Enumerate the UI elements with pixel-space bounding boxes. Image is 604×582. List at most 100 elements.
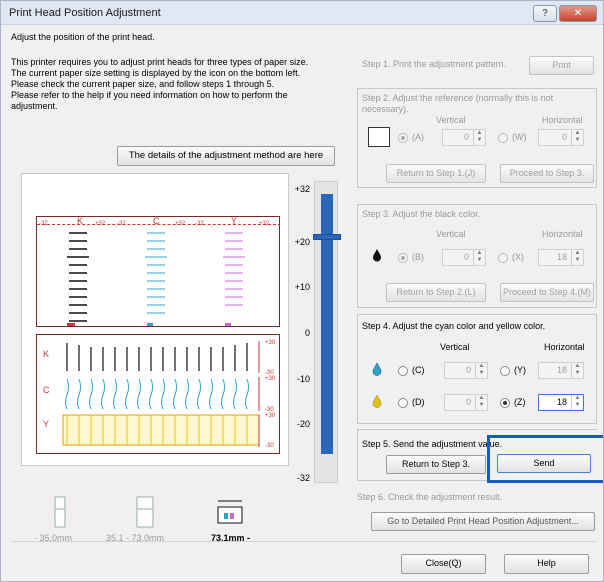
radio-w-label: (W) [512,132,527,142]
return-step2-button[interactable]: Return to Step 2.(L) [386,283,486,302]
vertical-label: Vertical [436,115,466,125]
radio-b[interactable] [398,253,408,263]
step4-label: Step 4. Adjust the cyan color and yellow… [362,321,546,331]
radio-a-label: (A) [412,132,424,142]
vertical-spinner-a[interactable]: 0 ▲ ▼ [442,129,486,146]
radio-c[interactable] [398,366,408,376]
spinner-value: 18 [556,365,567,375]
intro-heading: Adjust the position of the print head. [11,32,155,42]
close-button[interactable]: Close(Q) [401,554,486,574]
step2-label: Step 2. Adjust the reference (normally t… [362,93,554,114]
horizontal-label: Horizontal [542,229,583,239]
proceed-step4-button[interactable]: Proceed to Step 4.(M) [500,283,594,302]
window-title: Print Head Position Adjustment [9,7,161,19]
cyan-ink-drop-icon [372,362,382,376]
title-bar: Print Head Position Adjustment ? ✕ [1,1,603,25]
slider-tick-label: -32 [296,473,310,483]
slider-fill [321,194,333,454]
wide-paper-icon[interactable] [216,495,244,525]
top-pattern-lines [67,232,245,326]
detailed-adjustment-button[interactable]: Go to Detailed Print Head Position Adjus… [371,512,595,531]
vertical-label: Vertical [436,229,466,239]
title-help-button[interactable]: ? [533,5,557,22]
radio-z[interactable] [500,398,510,408]
reference-swatch [368,127,390,147]
print-head-adjustment-window: Print Head Position Adjustment ? ✕ Adjus… [0,0,604,582]
step3-group: Step 3. Adjust the black color. Vertical… [357,204,597,308]
spinner-value: 0 [463,132,469,142]
spinner-value: 0 [465,397,471,407]
yellow-ink-drop-icon [372,394,382,408]
send-button[interactable]: Send [497,454,591,473]
radio-x[interactable] [498,253,508,263]
vertical-label: Vertical [440,342,470,352]
spinner-arrows-icon[interactable]: ▲ ▼ [571,130,583,145]
horizontal-label: Horizontal [544,342,585,352]
narrow-paper-icon[interactable] [53,495,67,529]
paper-size-label: - 35.0mm [34,533,73,543]
radio-y-label: (Y) [514,365,526,375]
radio-x-label: (X) [512,252,524,262]
print-button[interactable]: Print [529,56,594,75]
vertical-spinner-b[interactable]: 0 ▲ ▼ [442,249,486,266]
slider-tick-label: +32 [294,184,310,194]
return-step3-button[interactable]: Return to Step 3. [386,455,486,474]
proceed-step3-button[interactable]: Proceed to Step 3. [500,164,594,183]
spinner-arrows-icon[interactable]: ▲ ▼ [473,250,485,265]
vertical-spinner-d[interactable]: 0 ▲ ▼ [444,394,488,411]
intro-line: The current paper size setting is displa… [11,68,301,78]
spinner-value: 0 [465,365,471,375]
spinner-arrows-icon[interactable]: ▲ ▼ [475,395,487,410]
step2-group: Step 2. Adjust the reference (normally t… [357,88,597,188]
spinner-arrows-icon[interactable]: ▲ ▼ [571,395,583,410]
radio-z-label: (Z) [514,397,526,407]
spinner-arrows-icon[interactable]: ▲ ▼ [571,250,583,265]
radio-d-label: (D) [412,397,425,407]
slider-tick-label: -20 [296,419,310,429]
return-step1-button[interactable]: Return to Step 1.(J) [386,164,486,183]
radio-b-label: (B) [412,252,424,262]
horizontal-label: Horizontal [542,115,583,125]
intro-line: Please refer to the help if you need inf… [11,90,288,100]
spinner-arrows-icon[interactable]: ▲ ▼ [571,363,583,378]
help-button[interactable]: Help [504,554,589,574]
slider-tick-label: +20 [294,237,310,247]
slider-tick-label: +10 [294,282,310,292]
pattern-preview: -32 K +32 -32 C +32 -32 Y +32 K C Y +30 … [21,173,289,466]
spinner-value: 18 [556,397,567,407]
step3-label: Step 3. Adjust the black color. [362,209,481,219]
intro-line: adjustment. [11,101,58,111]
position-slider[interactable] [313,181,341,483]
slider-thumb[interactable] [313,234,341,241]
radio-y[interactable] [500,366,510,376]
horizontal-spinner-z[interactable]: 18 ▲ ▼ [538,394,584,411]
black-ink-drop-icon [373,249,381,262]
horizontal-spinner-w[interactable]: 0 ▲ ▼ [538,129,584,146]
slider-tick-label: 0 [304,328,310,338]
paper-size-label-selected: 73.1mm - [211,533,251,543]
vertical-spinner-c[interactable]: 0 ▲ ▼ [444,362,488,379]
radio-c-label: (C) [412,365,425,375]
radio-w[interactable] [498,133,508,143]
top-pattern-panel: -32 K +32 -32 C +32 -32 Y +32 [36,216,280,327]
step4-group: Step 4. Adjust the cyan color and yellow… [357,314,597,424]
intro-line: This printer requires you to adjust prin… [11,57,309,67]
bottom-pattern-lines [62,341,260,447]
spinner-arrows-icon[interactable]: ▲ ▼ [473,130,485,145]
footer-divider [11,541,597,542]
spinner-value: 0 [463,252,469,262]
radio-d[interactable] [398,398,408,408]
spinner-arrows-icon[interactable]: ▲ ▼ [475,363,487,378]
step5-label: Step 5. Send the adjustment value. [362,439,503,449]
spinner-value: 0 [561,132,567,142]
slider-tick-label: -10 [296,374,310,384]
radio-a[interactable] [398,133,408,143]
paper-size-label: 35.1 - 73.0mm [106,533,165,543]
horizontal-spinner-x[interactable]: 18 ▲ ▼ [538,249,584,266]
horizontal-spinner-y[interactable]: 18 ▲ ▼ [538,362,584,379]
adjustment-details-button[interactable]: The details of the adjustment method are… [117,146,335,166]
spinner-value: 18 [556,252,567,262]
step1-label: Step 1. Print the adjustment pattern. [362,59,507,69]
medium-paper-icon[interactable] [135,495,155,529]
title-close-button[interactable]: ✕ [559,5,597,22]
